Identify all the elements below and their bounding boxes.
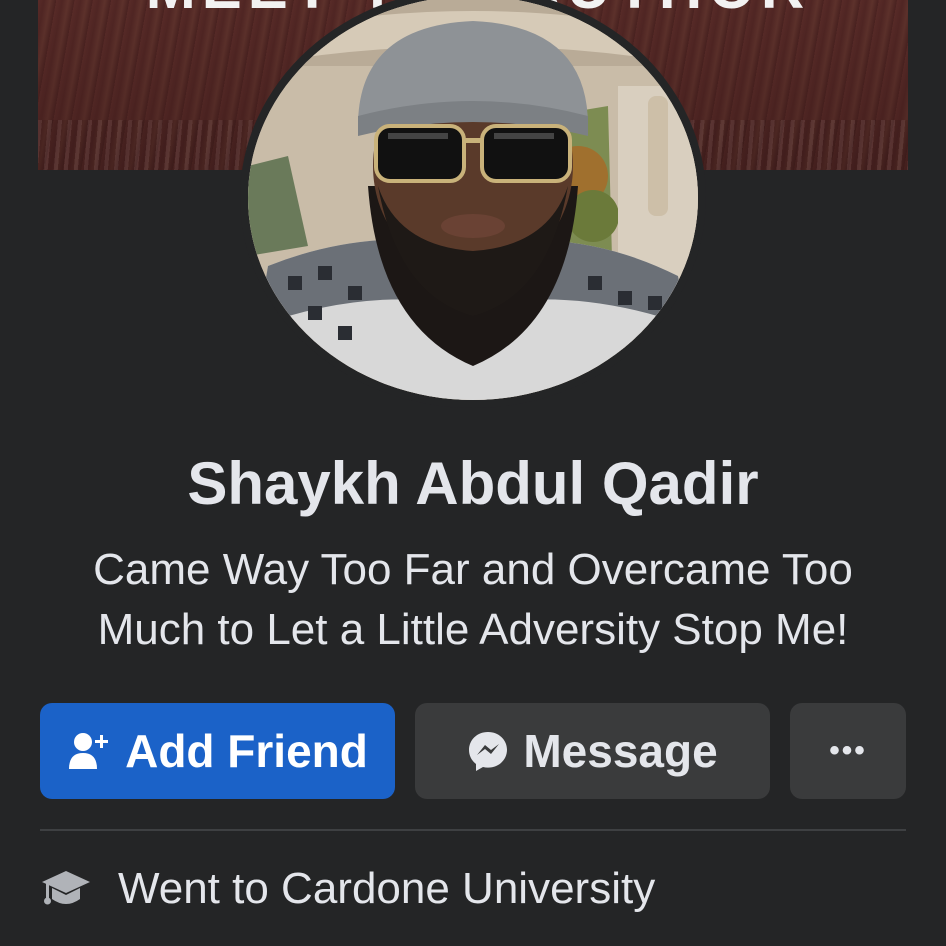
add-friend-button[interactable]: Add Friend [40,703,395,799]
bio-line-2: Much to Let a Little Adversity Stop Me! [97,605,849,654]
profile-picture[interactable] [240,0,706,408]
profile-bio: Came Way Too Far and Overcame Too Much t… [40,540,906,660]
message-label: Message [523,725,718,777]
profile-photo-image [248,0,698,400]
profile-page: MEET THE AUTHOR [0,0,946,946]
section-divider [40,829,906,831]
education-row[interactable]: Went to Cardone University [38,854,655,924]
person-add-icon [67,731,111,771]
more-options-button[interactable]: ••• [790,703,906,799]
message-button[interactable]: Message [415,703,770,799]
more-options-icon: ••• [829,734,867,767]
education-text: Went to Cardone University [118,864,656,913]
graduation-cap-icon [38,861,94,917]
bio-line-1: Came Way Too Far and Overcame Too [93,545,853,594]
messenger-icon [467,730,509,772]
profile-name: Shaykh Abdul Qadir [187,450,759,517]
add-friend-label: Add Friend [125,725,368,777]
